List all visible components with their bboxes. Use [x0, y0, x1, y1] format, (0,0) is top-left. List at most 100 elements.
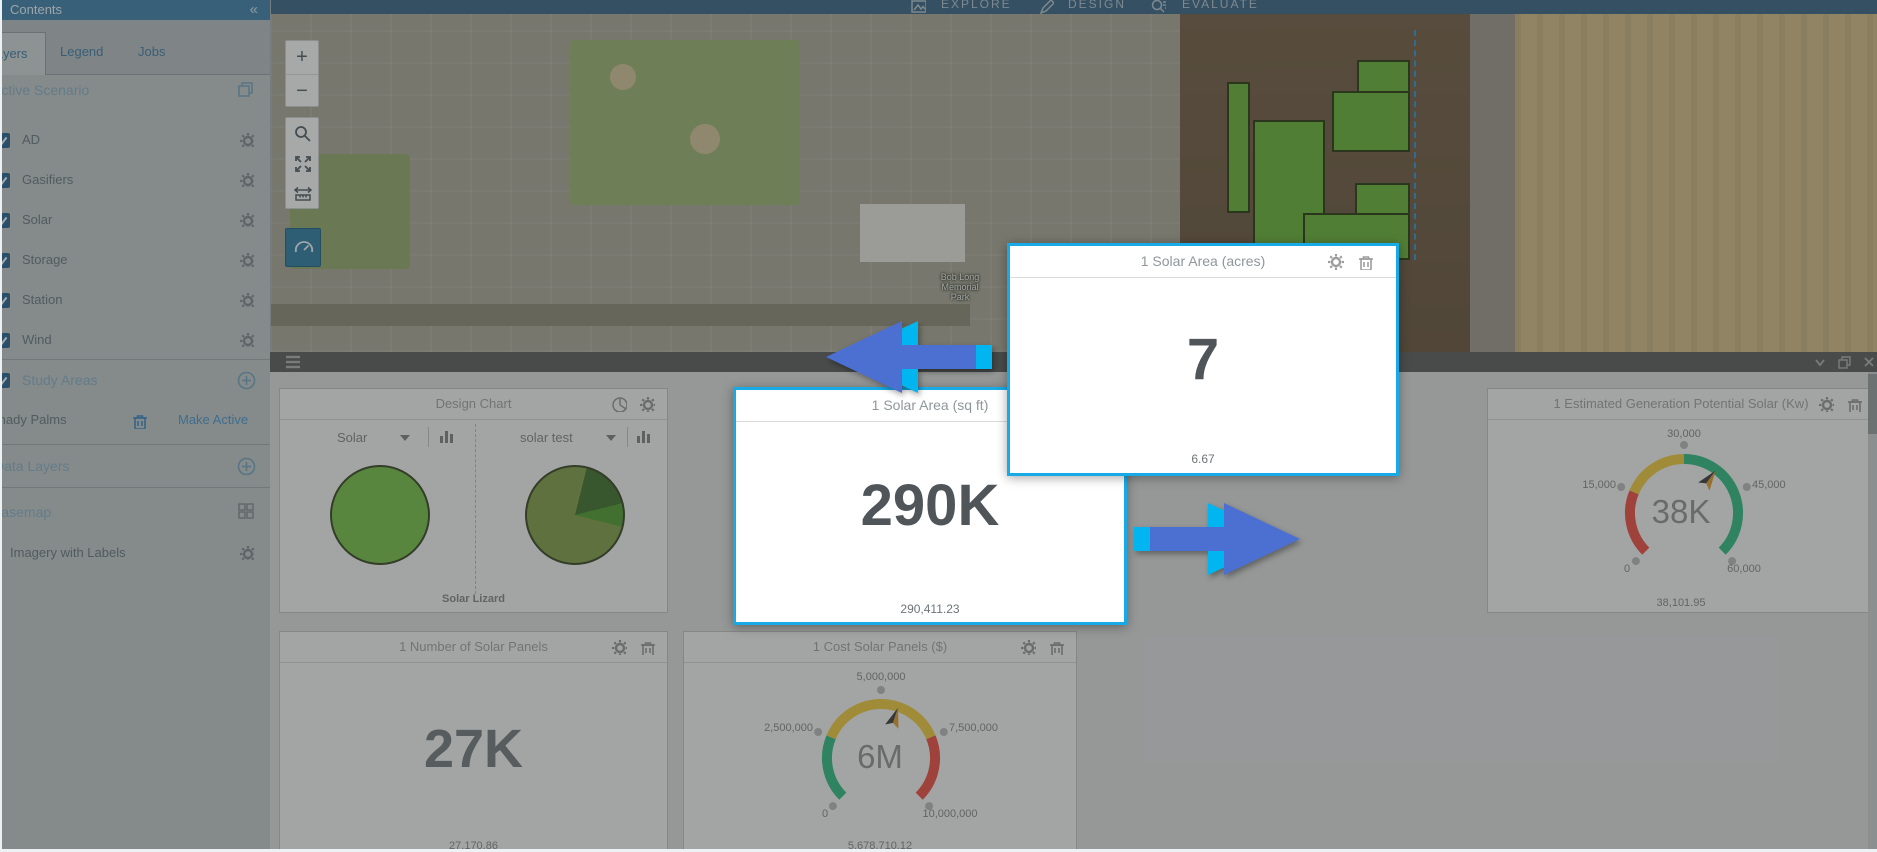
generation-gauge-panel: 1 Estimated Generation Potential Solar (…	[1487, 388, 1875, 613]
evaluate-icon	[1150, 0, 1166, 14]
indicator-value: 290K	[736, 472, 1124, 539]
solar-acres-panel[interactable]: 1 Solar Area (acres) 7 6.67	[1007, 243, 1399, 476]
close-icon[interactable]	[1862, 355, 1876, 369]
add-data-layer-icon[interactable]	[237, 457, 256, 476]
layer-label: Station	[22, 292, 62, 307]
active-scenario-label: Active Scenario	[0, 82, 89, 98]
study-area-boundary	[1414, 30, 1416, 260]
bar-chart-icon[interactable]	[438, 428, 455, 445]
indicator-detail: 6.67	[1010, 452, 1396, 466]
divider	[0, 359, 270, 360]
search-button[interactable]	[286, 118, 318, 148]
tab-jobs[interactable]: Jobs	[138, 44, 165, 59]
gear-icon[interactable]	[639, 396, 655, 412]
panel-title: 1 Number of Solar Panels	[280, 639, 667, 654]
study-areas-row[interactable]: Study Areas	[0, 372, 270, 392]
caret-down-icon	[606, 435, 616, 441]
tutorial-arrow-right	[1132, 498, 1308, 580]
basemap-item-row[interactable]: Imagery with Labels	[0, 545, 270, 565]
data-layers-label: Data Layers	[0, 458, 69, 474]
zoom-control-group: + −	[285, 40, 319, 107]
basemap-row[interactable]: Basemap	[0, 504, 270, 524]
cost-gauge-panel: 1 Cost Solar Panels ($) 0 2,500,000 5,00…	[683, 631, 1077, 852]
basemap-label: Basemap	[0, 504, 51, 520]
layer-row[interactable]: Storage	[0, 252, 270, 272]
gauge-icon	[292, 237, 315, 258]
tab-layers[interactable]: Layers	[0, 32, 46, 75]
add-study-area-icon[interactable]	[237, 371, 256, 390]
chart-select-left[interactable]: Solar	[337, 430, 367, 445]
dashboard-scrollbar[interactable]	[1868, 372, 1877, 852]
panel-header: 1 Number of Solar Panels	[280, 632, 667, 663]
contents-sidebar: Contents « Layers Legend Jobs Active Sce…	[0, 0, 271, 852]
nav-design[interactable]: DESIGN	[1068, 0, 1126, 11]
sidebar-tabstrip: Layers Legend Jobs	[0, 20, 270, 75]
bar-chart-icon[interactable]	[635, 428, 652, 445]
layer-label: Gasifiers	[22, 172, 73, 187]
make-active-link[interactable]: Make Active	[178, 412, 248, 427]
scenario-icon[interactable]	[237, 80, 256, 99]
solar-area-polygon[interactable]	[1332, 91, 1410, 152]
design-icon	[1038, 0, 1054, 14]
data-layers-row[interactable]: Data Layers	[0, 458, 270, 478]
gauge-tick: 30,000	[1644, 428, 1724, 440]
divider	[428, 427, 429, 447]
sidebar-title: Contents	[10, 2, 62, 17]
pie-chart-solar-test[interactable]	[525, 465, 625, 565]
divider	[475, 424, 476, 594]
layer-row[interactable]: Station	[0, 292, 270, 312]
trash-icon[interactable]	[639, 639, 655, 655]
layer-row[interactable]: AD	[0, 132, 270, 152]
zoom-out-button[interactable]: −	[286, 75, 318, 108]
gauge-tick: 2,500,000	[733, 722, 813, 734]
full-extent-button[interactable]	[286, 148, 318, 178]
map-tan-field	[1515, 14, 1877, 352]
scrollbar-thumb[interactable]	[1868, 374, 1877, 434]
pie-chart-solar[interactable]	[330, 465, 430, 565]
gauge-tick: 5,000,000	[841, 671, 921, 683]
restore-icon[interactable]	[1837, 355, 1851, 369]
pie-chart-icon[interactable]	[611, 396, 627, 412]
gear-icon[interactable]	[239, 332, 254, 347]
design-chart-panel: Design Chart Solar solar test Solar Liza…	[279, 388, 668, 613]
panel-header: Design Chart	[280, 389, 667, 420]
gear-icon[interactable]	[239, 252, 254, 267]
gear-icon[interactable]	[239, 132, 254, 147]
collapse-sidebar-icon[interactable]: «	[250, 1, 258, 18]
gauge-value: 6M	[684, 738, 1076, 776]
map-building	[860, 204, 965, 262]
dashboard-toggle-button[interactable]	[285, 228, 321, 267]
trash-icon[interactable]	[1357, 253, 1374, 270]
chevron-down-icon[interactable]	[1813, 355, 1827, 369]
map-ballfield	[610, 64, 636, 90]
top-navigation-bar: EXPLORE DESIGN EVALUATE	[270, 0, 1877, 14]
window-edge	[0, 0, 2, 852]
hamburger-menu-icon[interactable]	[284, 353, 302, 371]
gear-icon[interactable]	[239, 172, 254, 187]
gear-icon[interactable]	[1327, 253, 1344, 270]
study-area-item-row[interactable]: Shady Palms Make Active	[0, 412, 270, 432]
explore-icon	[910, 0, 926, 14]
gear-icon[interactable]	[239, 292, 254, 307]
study-area-name: Shady Palms	[0, 412, 67, 427]
pie-chart-footer: Solar Lizard	[280, 593, 667, 605]
trash-icon[interactable]	[131, 412, 148, 429]
gear-icon[interactable]	[239, 545, 254, 560]
nav-explore[interactable]: EXPLORE	[941, 0, 1012, 11]
chart-select-right[interactable]: solar test	[520, 430, 573, 445]
indicator-detail: 290,411.23	[736, 602, 1124, 616]
gear-icon[interactable]	[239, 212, 254, 227]
solar-area-polygon[interactable]	[1227, 82, 1250, 213]
nav-evaluate[interactable]: EVALUATE	[1182, 0, 1259, 11]
measure-button[interactable]	[286, 178, 318, 208]
gear-icon[interactable]	[611, 639, 627, 655]
basemap-icon[interactable]	[237, 502, 256, 521]
layer-row[interactable]: Wind	[0, 332, 270, 352]
study-areas-label: Study Areas	[22, 372, 98, 388]
zoom-in-button[interactable]: +	[286, 41, 318, 75]
layer-row[interactable]: Solar	[0, 212, 270, 232]
layer-row[interactable]: Gasifiers	[0, 172, 270, 192]
tab-legend[interactable]: Legend	[60, 44, 103, 59]
gauge-tick: 0	[785, 808, 865, 820]
expand-icon	[293, 154, 312, 173]
